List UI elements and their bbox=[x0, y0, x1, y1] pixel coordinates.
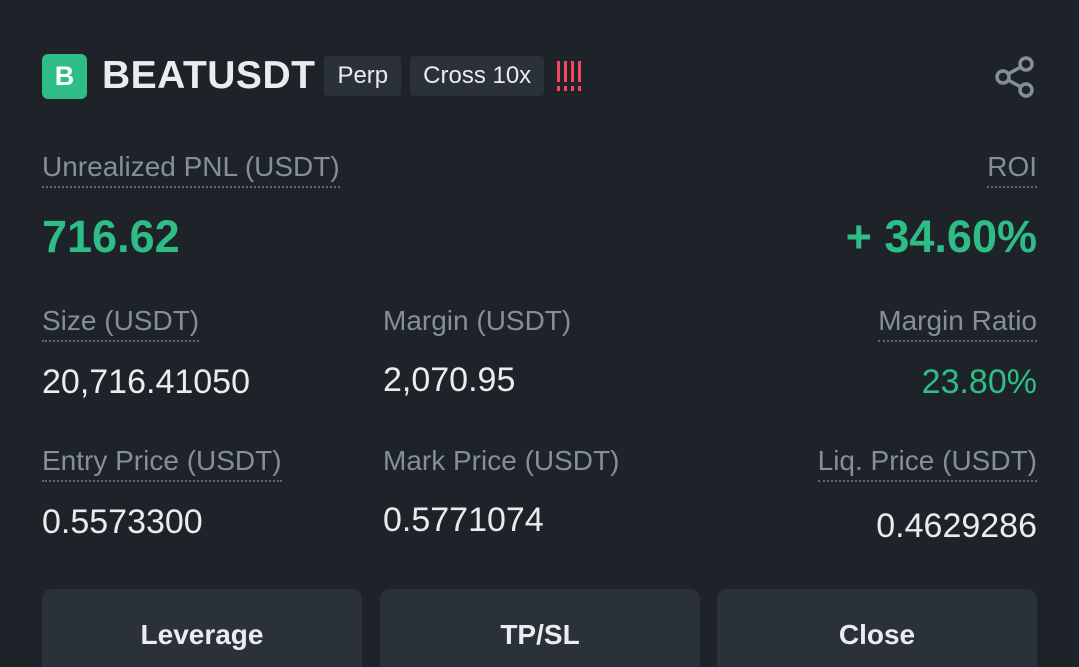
close-position-button[interactable]: Close bbox=[717, 589, 1037, 667]
unrealized-pnl-label[interactable]: Unrealized PNL (USDT) bbox=[42, 150, 340, 188]
position-header: B BEATUSDT Perp Cross 10x bbox=[42, 53, 582, 99]
entry-price-value: 0.5573300 bbox=[42, 503, 203, 541]
size-value: 20,716.41050 bbox=[42, 363, 250, 401]
share-icon[interactable] bbox=[993, 56, 1037, 98]
margin-ratio-label[interactable]: Margin Ratio bbox=[878, 304, 1037, 342]
margin-mode-tag[interactable]: Cross 10x bbox=[410, 56, 545, 96]
roi-label[interactable]: ROI bbox=[987, 150, 1037, 188]
mark-price-value: 0.5771074 bbox=[383, 501, 544, 539]
leverage-button[interactable]: Leverage bbox=[42, 589, 362, 667]
liq-price-value: 0.4629286 bbox=[876, 507, 1037, 545]
entry-price-label[interactable]: Entry Price (USDT) bbox=[42, 444, 282, 482]
margin-ratio-value: 23.80% bbox=[921, 363, 1037, 401]
margin-label: Margin (USDT) bbox=[383, 305, 572, 336]
size-label[interactable]: Size (USDT) bbox=[42, 304, 200, 342]
contract-type-tag: Perp bbox=[324, 56, 402, 96]
mark-price-label: Mark Price (USDT) bbox=[383, 445, 620, 476]
margin-value: 2,070.95 bbox=[383, 361, 516, 399]
liq-price-label[interactable]: Liq. Price (USDT) bbox=[817, 444, 1037, 482]
risk-bars-icon bbox=[557, 61, 582, 91]
symbol-name[interactable]: BEATUSDT bbox=[102, 54, 315, 98]
tpsl-button[interactable]: TP/SL bbox=[380, 589, 700, 667]
coin-logo-icon: B bbox=[42, 53, 87, 99]
position-card: B BEATUSDT Perp Cross 10x Unrealized PNL… bbox=[0, 0, 1079, 667]
roi-value: + 34.60% bbox=[845, 211, 1037, 262]
unrealized-pnl-value: 716.62 bbox=[42, 211, 180, 262]
